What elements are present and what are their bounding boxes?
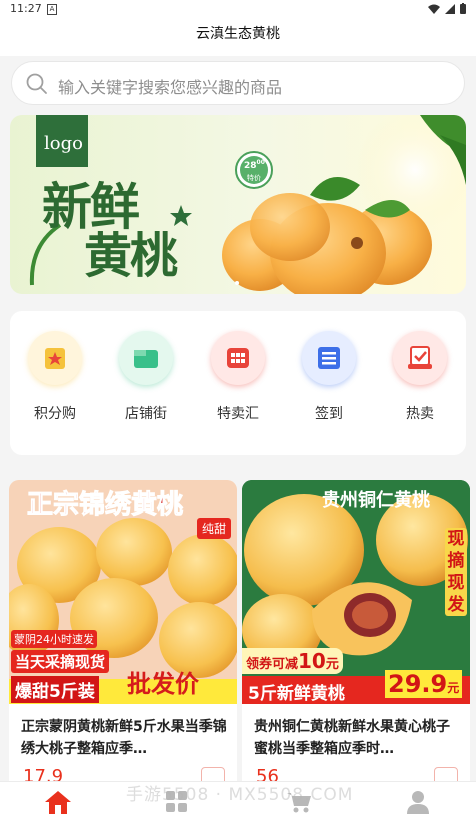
banner-badge-price-main: 28 xyxy=(244,161,257,171)
status-icons xyxy=(428,3,466,14)
store-street-icon xyxy=(134,350,158,368)
banner-badge-price-sup: 00 xyxy=(256,159,265,166)
search-placeholder: 输入关键字搜索您感兴趣的商品 xyxy=(58,78,283,97)
cart-icon xyxy=(287,793,311,813)
product-img-line-2: 爆甜5斤装 xyxy=(11,676,99,703)
tab-cart[interactable] xyxy=(284,790,314,814)
product-img-coupon-unit: 元 xyxy=(325,657,339,672)
product-card[interactable]: 贵州铜仁黄桃 现摘现发 领券可减10元 5斤新鲜黄桃 29.9元 贵州铜仁黄桃新… xyxy=(242,480,470,790)
status-bar: 11:27 A xyxy=(0,0,476,18)
product-img-line-1: 当天采摘现货 xyxy=(11,650,110,673)
product-img-price-unit: 元 xyxy=(447,681,460,695)
menu-item-special-sale[interactable]: 特卖汇 xyxy=(203,331,273,423)
checkin-icon xyxy=(318,347,340,369)
menu-item-checkin[interactable]: 签到 xyxy=(294,331,364,423)
profile-icon xyxy=(407,791,429,814)
menu-label: 签到 xyxy=(315,406,343,422)
banner-dot xyxy=(235,281,239,285)
product-img-line-1: 5斤新鲜黄桃 xyxy=(248,684,345,704)
status-time: 11:27 xyxy=(10,2,42,15)
product-img-red-tag: 蒙阴24小时速发 xyxy=(11,630,97,648)
product-card[interactable]: 正宗锦绣黄桃 纯甜 蒙阴24小时速发 当天采摘现货 爆甜5斤装 批发价 正宗蒙阴… xyxy=(9,480,237,790)
bottom-tab-bar xyxy=(0,781,476,814)
product-img-headline: 贵州铜仁黄桃 xyxy=(322,490,430,511)
wifi-icon xyxy=(428,4,440,14)
menu-label: 热卖 xyxy=(406,406,434,422)
category-menu: 积分购 店铺街 特卖汇 签到 热卖 xyxy=(10,311,466,455)
menu-label: 店铺街 xyxy=(125,406,167,422)
product-img-tag: 纯甜 xyxy=(196,518,231,539)
banner-badge-tag: 特价 xyxy=(247,174,261,182)
menu-label: 特卖汇 xyxy=(217,406,259,422)
product-img-coupon: 领券可减10元 xyxy=(242,648,343,674)
banner-headline-2: 黄桃 xyxy=(84,228,178,284)
product-title: 贵州铜仁黄桃新鲜水果黄心桃子蜜桃当季整箱应季时… xyxy=(254,719,450,757)
product-title: 正宗蒙阴黄桃新鲜5斤水果当季锦绣大桃子整箱应季… xyxy=(21,719,227,757)
banner-headline-1: 新鲜 xyxy=(42,177,140,236)
tab-category[interactable] xyxy=(162,790,192,814)
product-image: 贵州铜仁黄桃 现摘现发 领券可减10元 5斤新鲜黄桃 29.9元 xyxy=(242,480,470,704)
menu-item-points-shop[interactable]: 积分购 xyxy=(20,331,90,423)
points-shop-icon xyxy=(45,348,65,369)
product-img-price: 29.9元 xyxy=(385,670,463,698)
banner-badge-price: 2800 xyxy=(244,159,265,171)
menu-item-hot-sale[interactable]: 热卖 xyxy=(385,331,455,423)
product-image: 正宗锦绣黄桃 纯甜 蒙阴24小时速发 当天采摘现货 爆甜5斤装 批发价 xyxy=(9,480,237,704)
search-bar[interactable]: 输入关键字搜索您感兴趣的商品 xyxy=(11,61,465,105)
menu-label: 积分购 xyxy=(34,406,76,422)
product-img-coupon-value: 10 xyxy=(298,649,326,673)
category-icon xyxy=(166,791,187,812)
product-img-tag: 现摘现发 xyxy=(445,528,467,616)
product-img-headline: 正宗锦绣黄桃 xyxy=(26,490,184,521)
tab-home[interactable] xyxy=(43,790,73,814)
page-title: 云滇生态黄桃 xyxy=(196,26,280,42)
product-img-price-value: 29.9 xyxy=(388,670,448,698)
notification-icon: A xyxy=(47,4,57,15)
signal-icon xyxy=(445,3,455,14)
page-header: 云滇生态黄桃 xyxy=(0,18,476,56)
product-img-line-3: 批发价 xyxy=(127,670,199,698)
home-icon xyxy=(45,791,71,814)
special-sale-icon xyxy=(227,348,249,368)
menu-item-store-street[interactable]: 店铺街 xyxy=(111,331,181,423)
hot-sale-icon xyxy=(408,346,432,369)
tab-profile[interactable] xyxy=(403,790,433,814)
search-icon xyxy=(26,73,47,94)
promo-banner[interactable]: logo 2800 特价 新鲜 黄桃 xyxy=(10,115,466,294)
battery-icon xyxy=(460,3,466,14)
banner-logo: logo xyxy=(44,133,83,154)
product-img-coupon-label: 领券可减 xyxy=(246,657,299,672)
